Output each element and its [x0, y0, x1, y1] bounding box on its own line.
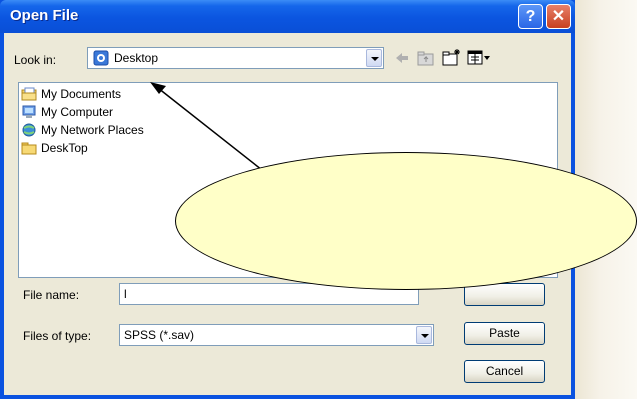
callout-balloon	[175, 152, 637, 290]
